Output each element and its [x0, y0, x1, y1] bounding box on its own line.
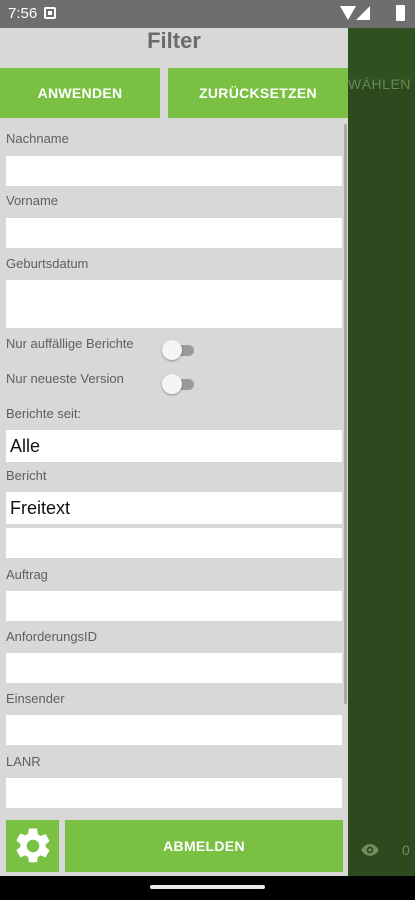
toggle-knob — [162, 374, 182, 394]
lanr-label: LANR — [6, 754, 41, 769]
drawer-title: Filter — [147, 28, 201, 53]
navigation-bar — [0, 876, 415, 900]
gear-icon — [16, 828, 49, 863]
status-time: 7:56 — [8, 5, 38, 22]
report-label: Bericht — [6, 468, 47, 483]
birthdate-label: Geburtsdatum — [6, 256, 89, 271]
signal-icon — [356, 6, 370, 20]
report-text-field[interactable] — [6, 528, 342, 558]
request-id-label: AnforderungsID — [6, 629, 98, 644]
latest-only-toggle[interactable] — [162, 374, 194, 394]
battery-icon — [396, 5, 405, 21]
latest-only-label: Nur neueste Version — [6, 371, 124, 386]
view-count: 0 — [402, 842, 410, 858]
abnormal-only-toggle[interactable] — [162, 340, 194, 360]
sender-label: Einsender — [6, 691, 65, 706]
background-header-title: WÄHLEN — [348, 76, 411, 92]
notification-icon — [44, 7, 56, 19]
abnormal-only-label: Nur auffällige Berichte — [6, 336, 134, 351]
eye-icon — [361, 844, 379, 856]
filter-form: Nachname Vorname Geburtsdatum Nur auffäl… — [0, 118, 348, 808]
toggle-knob — [162, 340, 182, 360]
reset-button[interactable]: ZURÜCKSETZEN — [168, 68, 348, 118]
wifi-icon — [340, 6, 356, 20]
lanr-field[interactable] — [6, 778, 342, 808]
firstname-field[interactable] — [6, 218, 342, 248]
apply-button[interactable]: ANWENDEN — [0, 68, 160, 118]
home-handle[interactable] — [150, 885, 265, 889]
lastname-field[interactable] — [6, 156, 342, 186]
settings-button[interactable] — [6, 820, 59, 872]
request-id-field[interactable] — [6, 653, 342, 683]
firstname-label: Vorname — [6, 193, 59, 208]
lastname-label: Nachname — [6, 131, 69, 146]
logout-button[interactable]: ABMELDEN — [65, 820, 343, 872]
drawer-footer: ABMELDEN — [0, 818, 348, 876]
order-label: Auftrag — [6, 567, 48, 582]
order-field[interactable] — [6, 591, 342, 621]
reports-since-label: Berichte seit: — [6, 406, 82, 421]
sender-field[interactable] — [6, 715, 342, 745]
birthdate-field[interactable] — [6, 280, 342, 328]
form-scrollbar[interactable] — [344, 124, 347, 704]
reports-since-select[interactable]: Alle — [6, 430, 342, 462]
report-select[interactable]: Freitext — [6, 492, 342, 524]
status-bar: 7:56 — [0, 0, 415, 28]
filter-drawer: Filter ANWENDEN ZURÜCKSETZEN Nachname Vo… — [0, 28, 348, 876]
